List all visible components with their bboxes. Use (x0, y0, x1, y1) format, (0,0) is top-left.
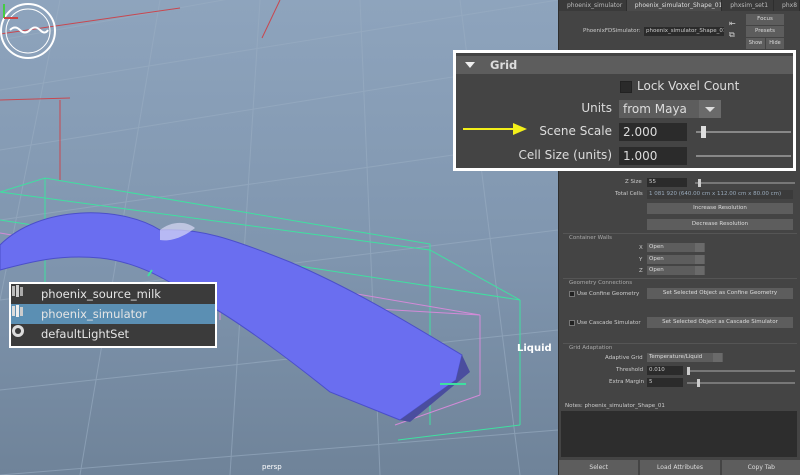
copy-icon[interactable]: ⧉ (729, 30, 735, 40)
extra-margin-slider-knob[interactable] (697, 379, 700, 387)
outliner-item-source-milk[interactable]: phoenix_source_milk (11, 284, 215, 304)
tab-phoenix-simulator-shape[interactable]: phoenix_simulator_Shape_01 (626, 0, 723, 11)
zsize-slider[interactable] (695, 182, 795, 184)
wall-z-dropdown[interactable]: Open (647, 266, 705, 275)
select-button[interactable]: Select (559, 460, 639, 475)
liquid-label: Liquid (517, 343, 552, 354)
wall-axis-x: X (639, 245, 643, 251)
threshold-label: Threshold (616, 367, 644, 373)
use-confine-checkbox[interactable] (569, 291, 575, 297)
tab-phxsim-set[interactable]: phxsim_set1 (722, 0, 775, 11)
outliner-item-default-light-set[interactable]: defaultLightSet (11, 324, 215, 344)
adaptive-grid-value: Temperature/Liquid (649, 354, 703, 360)
container-walls-label: Container Walls (569, 235, 613, 241)
outliner-item-label: defaultLightSet (41, 327, 130, 341)
extra-margin-slider[interactable] (687, 382, 795, 384)
grid-section-header[interactable]: Grid (456, 56, 793, 74)
threshold-field[interactable]: 0.010 (647, 366, 683, 375)
wall-x-dropdown[interactable]: Open (647, 243, 705, 252)
light-set-icon (12, 325, 24, 337)
chevron-down-icon (695, 255, 704, 264)
bottom-button-bar: Select Load Attributes Copy Tab (559, 460, 800, 475)
set-confine-button[interactable]: Set Selected Object as Confine Geometry (647, 288, 793, 299)
threshold-slider-knob[interactable] (687, 367, 690, 375)
grid-section-callout: Grid Lock Voxel Count Units from Maya Sc… (453, 50, 796, 171)
units-label: Units (581, 101, 612, 115)
chevron-down-icon (713, 353, 722, 362)
phoenix-source-icon (12, 285, 23, 297)
focus-button[interactable]: Focus (746, 14, 784, 25)
zsize-slider-knob[interactable] (698, 179, 701, 187)
outliner-item-label: phoenix_simulator (41, 307, 147, 321)
wall-axis-y: Y (639, 257, 643, 263)
node-name-field[interactable]: phoenix_simulator_Shape_01 (644, 27, 724, 36)
camera-label: persp (262, 463, 282, 471)
cell-size-field[interactable]: 1.000 (619, 147, 687, 165)
increase-resolution-button[interactable]: Increase Resolution (647, 203, 793, 214)
chevron-down-icon (699, 100, 721, 118)
lock-voxel-count-label: Lock Voxel Count (637, 79, 740, 93)
units-value: from Maya (623, 102, 687, 116)
yellow-arrow-icon (463, 123, 527, 135)
zsize-label: Z Size (625, 179, 642, 185)
node-type-label: PhoenixFDSimulator: (583, 28, 641, 34)
geometry-connections-label: Geometry Connections (569, 280, 633, 286)
total-cells-label: Total Cells (615, 191, 643, 197)
chevron-down-icon (695, 243, 704, 252)
outliner-popup: phoenix_source_milk phoenix_simulator de… (9, 282, 217, 348)
wall-y-value: Open (649, 256, 664, 262)
cell-size-label: Cell Size (units) (518, 148, 612, 162)
load-attributes-button[interactable]: Load Attributes (640, 460, 720, 475)
outliner-item-simulator[interactable]: phoenix_simulator (11, 304, 215, 324)
notes-label: Notes: phoenix_simulator_Shape_01 (565, 403, 665, 409)
wall-x-value: Open (649, 244, 664, 250)
presets-button[interactable]: Presets (746, 26, 784, 37)
wall-z-value: Open (649, 267, 664, 273)
phoenix-simulator-icon (12, 305, 23, 317)
chevron-down-icon (695, 266, 704, 275)
wall-y-dropdown[interactable]: Open (647, 255, 705, 264)
decrease-resolution-button[interactable]: Decrease Resolution (647, 219, 793, 230)
threshold-slider[interactable] (687, 370, 795, 372)
tab-phx8[interactable]: phx8 (774, 0, 800, 11)
show-button[interactable]: Show (746, 38, 765, 49)
tab-phoenix-simulator[interactable]: phoenix_simulator (559, 0, 627, 11)
adaptive-grid-label: Adaptive Grid (605, 355, 643, 361)
copy-tab-button[interactable]: Copy Tab (721, 460, 800, 475)
divider (563, 278, 797, 279)
notes-textarea[interactable] (561, 411, 797, 457)
use-cascade-checkbox[interactable] (569, 320, 575, 326)
attribute-tabs: phoenix_simulator phoenix_simulator_Shap… (559, 0, 800, 11)
focus-icon[interactable]: ⇤ (729, 19, 736, 28)
use-confine-label: Use Confine Geometry (577, 291, 640, 297)
total-cells-value: 1 081 920 (640.00 cm x 112.00 cm x 80.00… (647, 190, 793, 199)
grid-adaptation-label: Grid Adaptation (569, 345, 613, 351)
cell-size-slider[interactable] (696, 155, 791, 157)
wall-axis-z: Z (639, 268, 643, 274)
units-dropdown[interactable]: from Maya (619, 100, 721, 118)
divider (563, 233, 797, 234)
divider (563, 343, 797, 344)
extra-margin-field[interactable]: 5 (647, 378, 683, 387)
use-cascade-label: Use Cascade Simulator (577, 320, 641, 326)
set-cascade-button[interactable]: Set Selected Object as Cascade Simulator (647, 317, 793, 328)
extra-margin-label: Extra Margin (609, 379, 645, 385)
scene-scale-slider[interactable] (696, 131, 791, 133)
adaptive-grid-dropdown[interactable]: Temperature/Liquid (647, 353, 723, 362)
scene-scale-field[interactable]: 2.000 (619, 123, 687, 141)
collapse-triangle-icon[interactable] (465, 62, 475, 68)
axis-gizmo-icon (3, 4, 18, 19)
lock-voxel-count-checkbox[interactable] (620, 81, 632, 93)
grid-section-title: Grid (490, 58, 518, 72)
outliner-item-label: phoenix_source_milk (41, 287, 161, 301)
scene-scale-slider-knob[interactable] (701, 126, 706, 138)
hide-button[interactable]: Hide (766, 38, 784, 49)
zsize-field[interactable]: 55 (647, 178, 687, 187)
